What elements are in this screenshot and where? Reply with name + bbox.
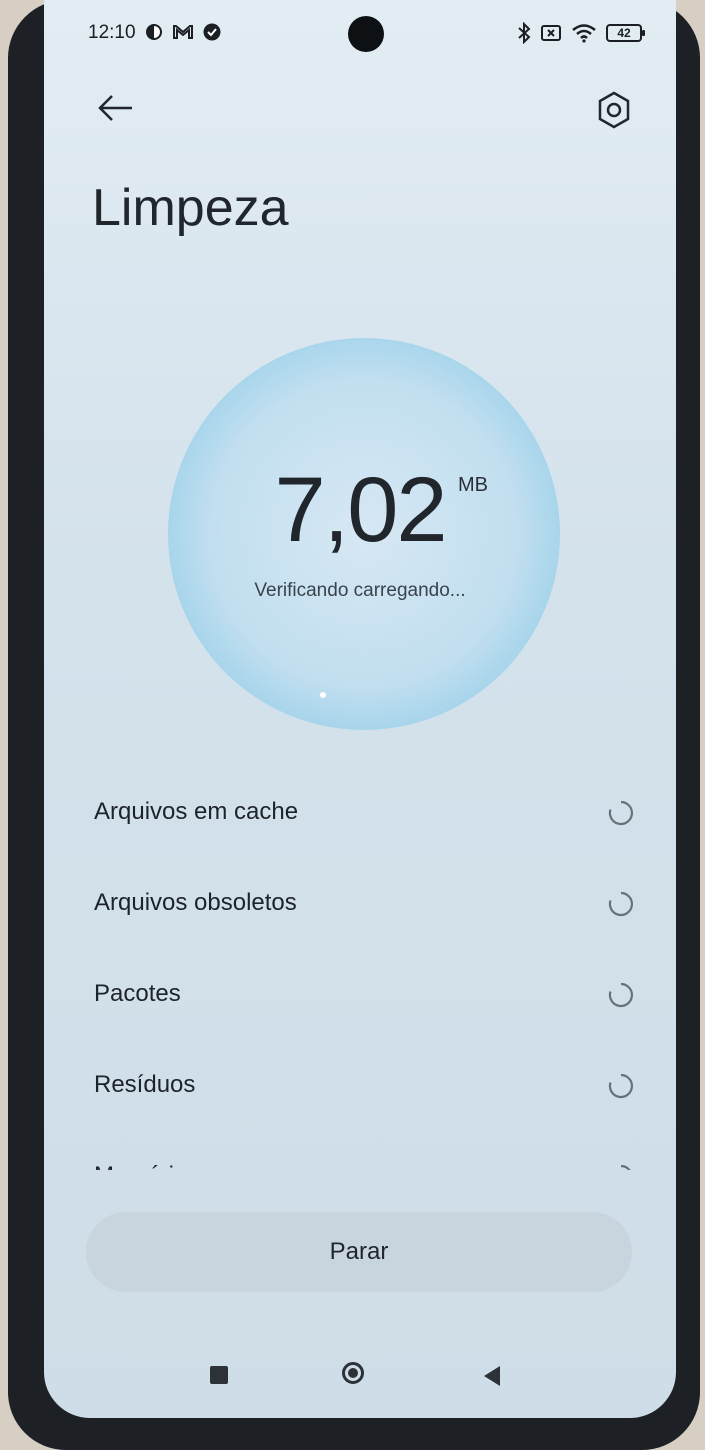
arrow-left-icon [98, 95, 132, 121]
category-memory: Memória [94, 1134, 634, 1170]
no-sim-icon [541, 25, 561, 41]
category-cache-files: Arquivos em cache [94, 770, 634, 861]
phone-device: 12:10 42 Limpeza 7,02 MB Verificando car… [8, 0, 700, 1450]
category-label: Arquivos obsoletos [94, 889, 297, 916]
scan-status-text: Verificando carregando... [254, 580, 466, 601]
loading-spinner-icon [608, 891, 633, 917]
back-button[interactable] [94, 86, 138, 130]
category-obsolete-files: Arquivos obsoletos [94, 861, 634, 952]
gmail-icon [173, 25, 193, 39]
stop-button[interactable]: Parar [86, 1212, 632, 1292]
junk-category-list: Arquivos em cache Arquivos obsoletos Pac… [94, 770, 634, 1170]
scanned-size-unit: MB [458, 474, 488, 496]
category-packages: Pacotes [94, 952, 634, 1043]
category-label: Pacotes [94, 980, 181, 1007]
settings-button[interactable] [592, 88, 636, 132]
loading-spinner-icon [608, 1073, 633, 1099]
page-title: Limpeza [92, 179, 289, 237]
navigation-bar [44, 1356, 676, 1396]
battery-indicator: 42 [606, 24, 645, 42]
loading-spinner-icon [608, 800, 633, 826]
scanned-size-value: 7,02 [274, 459, 447, 561]
home-button[interactable] [342, 1362, 364, 1384]
contrast-icon [146, 24, 162, 40]
recent-apps-button[interactable] [210, 1366, 228, 1384]
status-bar: 12:10 42 [44, 18, 676, 50]
verified-icon [203, 23, 221, 41]
screen: 12:10 42 Limpeza 7,02 MB Verificando car… [44, 0, 676, 1418]
notification-icons [144, 22, 222, 42]
category-label: Arquivos em cache [94, 798, 299, 825]
system-status-icons: 42 [517, 22, 645, 44]
category-residues: Resíduos [94, 1043, 634, 1134]
category-label: Resíduos [94, 1071, 196, 1098]
loading-spinner-icon [620, 1164, 631, 1170]
progress-dot [320, 692, 326, 698]
gear-icon [598, 91, 630, 129]
bluetooth-icon [518, 22, 531, 44]
status-time: 12:10 [88, 22, 136, 43]
loading-spinner-icon [608, 982, 633, 1008]
wifi-icon [572, 24, 596, 43]
nav-back-button[interactable] [484, 1366, 500, 1386]
category-label: Memória [94, 1162, 187, 1170]
